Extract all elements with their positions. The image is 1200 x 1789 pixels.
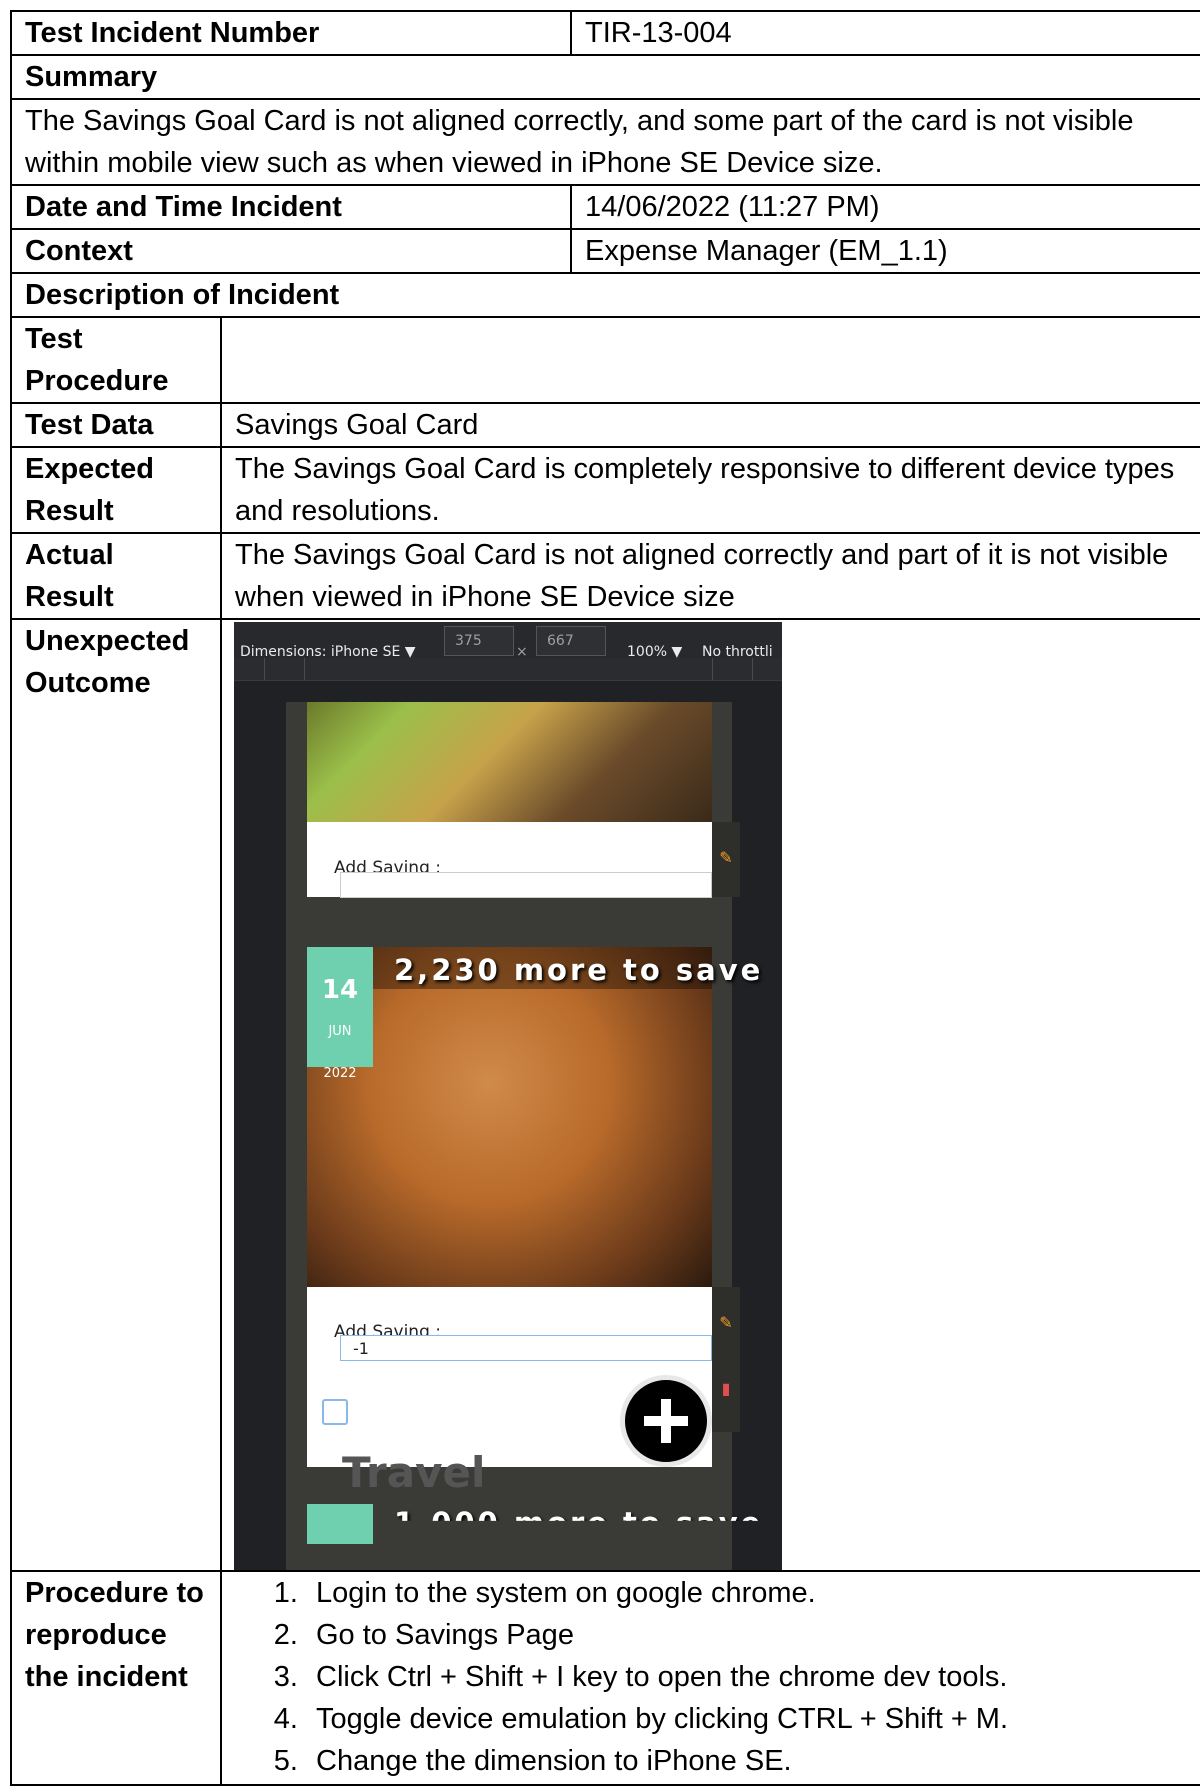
card-side-actions: ✎ ▮	[712, 1287, 740, 1432]
procedure-step: Click Ctrl + Shift + I key to open the c…	[306, 1656, 1199, 1698]
incident-number-value: TIR-13-004	[570, 10, 1200, 56]
procedure-step: Toggle device emulation by clicking CTRL…	[306, 1698, 1199, 1740]
width-field: 375	[444, 626, 514, 656]
summary-text: The Savings Goal Card is not aligned cor…	[10, 98, 1200, 186]
unexpected-outcome-cell: Dimensions: iPhone SE ▼ 375 × 667 100% ▼…	[220, 618, 1200, 1572]
actual-result-label: Actual Result	[10, 532, 222, 620]
summary-label: Summary	[10, 54, 1200, 100]
edit-icon: ✎	[719, 848, 733, 867]
next-date-badge	[307, 1504, 373, 1544]
datetime-label: Date and Time Incident	[10, 184, 572, 230]
expected-result-value: The Savings Goal Card is completely resp…	[220, 446, 1200, 534]
date-day: 14	[321, 975, 359, 1005]
goal-photo-food	[307, 702, 712, 822]
goal-amount-text: 2,230 more to save	[394, 953, 764, 987]
test-data-label: Test Data	[10, 402, 222, 448]
test-procedure-value	[220, 316, 1200, 404]
procedure-label: Procedure to reproduce the incident	[10, 1570, 222, 1786]
actual-result-value: The Savings Goal Card is not aligned cor…	[220, 532, 1200, 620]
add-icon	[620, 1375, 712, 1467]
save-icon	[322, 1399, 348, 1425]
add-saving-input-active: -1	[340, 1335, 712, 1361]
datetime-value: 14/06/2022 (11:27 PM)	[570, 184, 1200, 230]
procedure-step: Login to the system on google chrome.	[306, 1573, 1199, 1614]
device-toolbar: Dimensions: iPhone SE ▼ 375 × 667 100% ▼…	[234, 622, 782, 660]
height-field: 667	[536, 626, 606, 656]
procedure-steps-cell: Login to the system on google chrome. Go…	[220, 1570, 1200, 1786]
context-label: Context	[10, 228, 572, 274]
add-saving-input	[340, 872, 712, 898]
devtools-screenshot: Dimensions: iPhone SE ▼ 375 × 667 100% ▼…	[234, 622, 782, 1569]
incident-report-table: Test Incident Number TIR-13-004 Summary …	[10, 10, 1200, 1786]
expected-result-label: Expected Result	[10, 446, 222, 534]
card-side-actions: ✎	[712, 822, 740, 897]
incident-number-label: Test Incident Number	[10, 10, 572, 56]
edit-icon: ✎	[719, 1313, 733, 1332]
test-procedure-label: Test Procedure	[10, 316, 222, 404]
procedure-step: Change the dimension to iPhone SE.	[306, 1740, 1199, 1782]
description-label: Description of Incident	[10, 272, 1200, 318]
date-badge: 14 JUN 2022	[307, 947, 373, 1081]
date-month: JUN	[328, 1024, 352, 1039]
add-saving-box: Add Saving :	[307, 822, 712, 898]
goal-title: Travel	[342, 1448, 486, 1497]
media-query-ruler	[234, 658, 782, 681]
unexpected-outcome-label: Unexpected Outcome	[10, 618, 222, 1572]
trash-icon: ▮	[721, 1379, 731, 1398]
procedure-step: Go to Savings Page	[306, 1614, 1199, 1656]
test-data-value: Savings Goal Card	[220, 402, 1200, 448]
context-value: Expense Manager (EM_1.1)	[570, 228, 1200, 274]
procedure-steps: Login to the system on google chrome. Go…	[223, 1573, 1199, 1782]
date-year: 2022	[323, 1066, 357, 1081]
